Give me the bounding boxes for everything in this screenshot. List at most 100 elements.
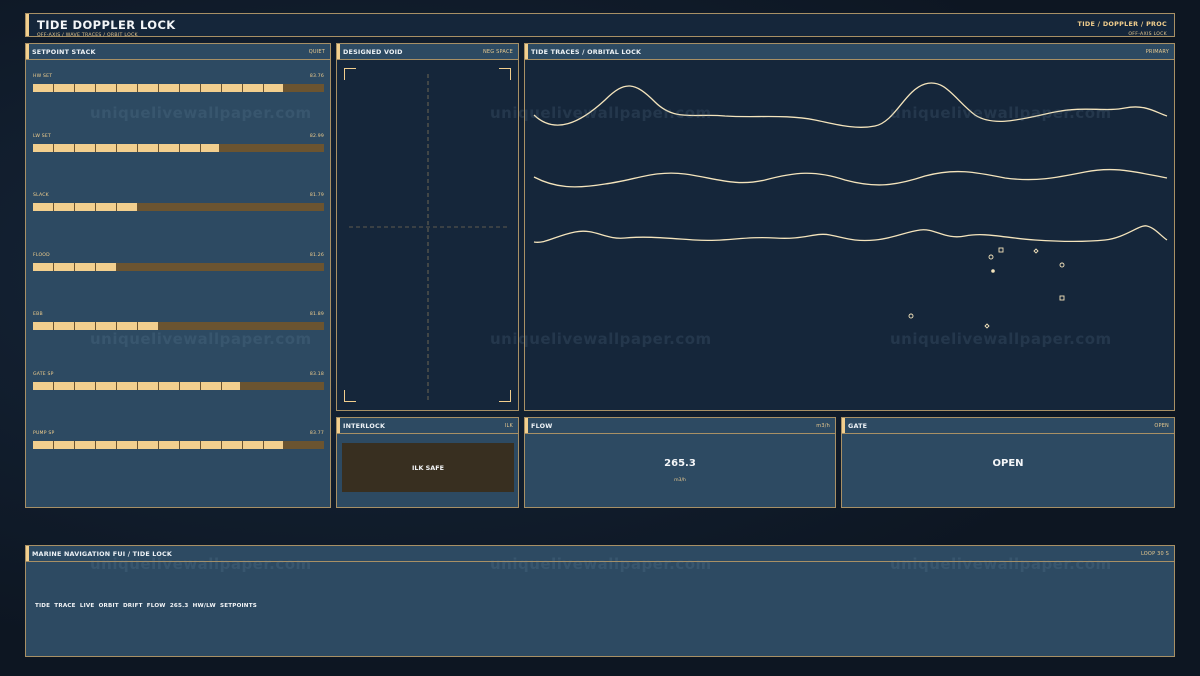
- setpoint-bar[interactable]: [33, 143, 324, 152]
- setpoint-bar-segment: [33, 203, 53, 211]
- setpoint-bar-segment: [180, 143, 200, 152]
- setpoint-bar-segment: [201, 84, 221, 92]
- setpoint-row[interactable]: FLOOD 81.26: [33, 253, 324, 271]
- panel-tag: OPEN: [1154, 422, 1169, 429]
- flow-panel: FLOW m3/h 265.3 m3/h: [524, 417, 836, 508]
- marker-ring[interactable]: [1059, 262, 1065, 268]
- panel-title: TIDE TRACES / ORBITAL LOCK: [531, 47, 642, 56]
- setpoint-bar-segment: [264, 84, 283, 92]
- setpoint-bar-segment: [33, 441, 53, 449]
- panel-title: FLOW: [531, 421, 553, 430]
- setpoint-bar-segment: [75, 203, 95, 211]
- setpoint-bar-segment: [117, 441, 137, 449]
- setpoint-bar-segment: [222, 84, 242, 92]
- setpoint-bar-segment: [96, 441, 116, 449]
- setpoint-bar-segment: [222, 441, 242, 449]
- interlock-panel: INTERLOCK ILK ILK SAFE: [336, 417, 519, 508]
- panel-title: MARINE NAVIGATION FUI / TIDE LOCK: [32, 549, 173, 558]
- setpoint-label: PUMP SP: [33, 431, 55, 436]
- trace-line-2: [533, 168, 1168, 188]
- setpoint-bar-segment: [180, 381, 200, 390]
- gate-status: OPEN: [992, 458, 1024, 469]
- setpoint-bar-segment: [75, 262, 95, 271]
- setpoint-row[interactable]: GATE SP 83.18: [33, 372, 324, 390]
- setpoint-bar[interactable]: [33, 322, 324, 330]
- setpoint-bar-segment: [54, 322, 74, 330]
- setpoint-value: 81.26: [309, 252, 324, 258]
- setpoint-bar-segment: [96, 322, 116, 330]
- setpoint-bar-segment: [96, 84, 116, 92]
- setpoint-bar[interactable]: [33, 84, 324, 92]
- setpoint-header: EBB 81.89: [33, 312, 324, 317]
- setpoint-bar-segment: [117, 84, 137, 92]
- marker-ring[interactable]: [908, 313, 914, 319]
- setpoint-bar-segment: [117, 381, 137, 390]
- tide-traces-panel: TIDE TRACES / ORBITAL LOCK PRIMARY: [524, 43, 1175, 411]
- setpoint-bar-segment: [33, 262, 53, 271]
- setpoint-bar-segment: [138, 322, 158, 330]
- setpoint-bar-segment: [33, 84, 53, 92]
- setpoint-bar-segment: [138, 84, 158, 92]
- setpoint-bar[interactable]: [33, 441, 324, 449]
- trace-plot: [533, 82, 1168, 329]
- top-bar: TIDE DOPPLER LOCK OFF-AXIS / WAVE TRACES…: [25, 13, 1175, 38]
- setpoint-row[interactable]: HW SET 83.76: [33, 74, 324, 92]
- panel-header: MARINE NAVIGATION FUI / TIDE LOCK LOOP 3…: [26, 546, 1174, 562]
- setpoint-bar[interactable]: [33, 203, 324, 211]
- setpoint-bar-segment: [54, 262, 74, 271]
- setpoint-bar-segment: [159, 441, 179, 449]
- panel-header: FLOW m3/h: [525, 418, 835, 434]
- app-title: TIDE DOPPLER LOCK: [37, 18, 176, 32]
- setpoint-row[interactable]: EBB 81.89: [33, 312, 324, 330]
- setpoint-bar-segment: [75, 84, 95, 92]
- setpoint-value: 81.89: [309, 312, 324, 317]
- setpoint-bar[interactable]: [33, 262, 324, 271]
- setpoint-bar-segment: [75, 381, 95, 390]
- setpoint-row[interactable]: SLACK 81.79: [33, 193, 324, 211]
- interlock-status-button[interactable]: ILK SAFE: [342, 443, 514, 492]
- marker-square[interactable]: [998, 247, 1004, 253]
- mode-label: OFF-AXIS LOCK: [1128, 32, 1167, 37]
- setpoint-bar-segment: [33, 143, 53, 152]
- trace-line-3: [533, 225, 1168, 243]
- marker-square[interactable]: [1059, 295, 1065, 301]
- setpoint-bar[interactable]: [33, 381, 324, 390]
- setpoint-value: 83.77: [309, 431, 324, 436]
- setpoint-bar-segment: [33, 322, 53, 330]
- setpoint-bar-segment: [75, 322, 95, 330]
- flow-value: 265.3: [664, 458, 696, 469]
- setpoint-row[interactable]: LW SET 82.99: [33, 134, 324, 152]
- setpoint-header: PUMP SP 83.77: [33, 431, 324, 436]
- setpoint-header: HW SET 83.76: [33, 74, 324, 79]
- setpoint-bar-segment: [201, 441, 221, 449]
- setpoint-bar-segment: [54, 84, 74, 92]
- marker-diamond[interactable]: [1033, 248, 1039, 254]
- marker-dot[interactable]: [991, 269, 995, 273]
- panel-title: SETPOINT STACK: [32, 47, 96, 56]
- setpoint-label: EBB: [33, 312, 43, 317]
- setpoint-header: GATE SP 83.18: [33, 372, 324, 377]
- marker-diamond[interactable]: [984, 323, 990, 329]
- setpoint-bar-segment: [96, 143, 116, 152]
- setpoint-bar-segment: [201, 143, 219, 152]
- setpoint-bar-segment: [138, 441, 158, 449]
- setpoint-value: 82.99: [309, 133, 324, 139]
- marine-navigation-panel: MARINE NAVIGATION FUI / TIDE LOCK LOOP 3…: [25, 545, 1175, 657]
- panel-tag: PRIMARY: [1145, 48, 1169, 55]
- setpoint-label: HW SET: [33, 74, 53, 79]
- panel-header: SETPOINT STACK QUIET: [26, 44, 330, 60]
- setpoint-bar-segment: [138, 381, 158, 390]
- panel-title: INTERLOCK: [343, 421, 386, 430]
- breadcrumb[interactable]: TIDE / DOPPLER / PROC: [1078, 20, 1167, 28]
- setpoint-bar-segment: [96, 381, 116, 390]
- setpoint-bar-segment: [117, 203, 137, 211]
- setpoint-bar-segment: [180, 84, 200, 92]
- crosshair: [349, 74, 507, 400]
- panel-header: GATE OPEN: [842, 418, 1174, 434]
- marker-ring[interactable]: [988, 254, 994, 260]
- setpoint-bar-segment: [201, 381, 221, 390]
- setpoint-bar-segment: [117, 322, 137, 330]
- setpoint-bar-segment: [243, 441, 263, 449]
- setpoint-row[interactable]: PUMP SP 83.77: [33, 431, 324, 449]
- setpoint-bar-segment: [96, 262, 116, 271]
